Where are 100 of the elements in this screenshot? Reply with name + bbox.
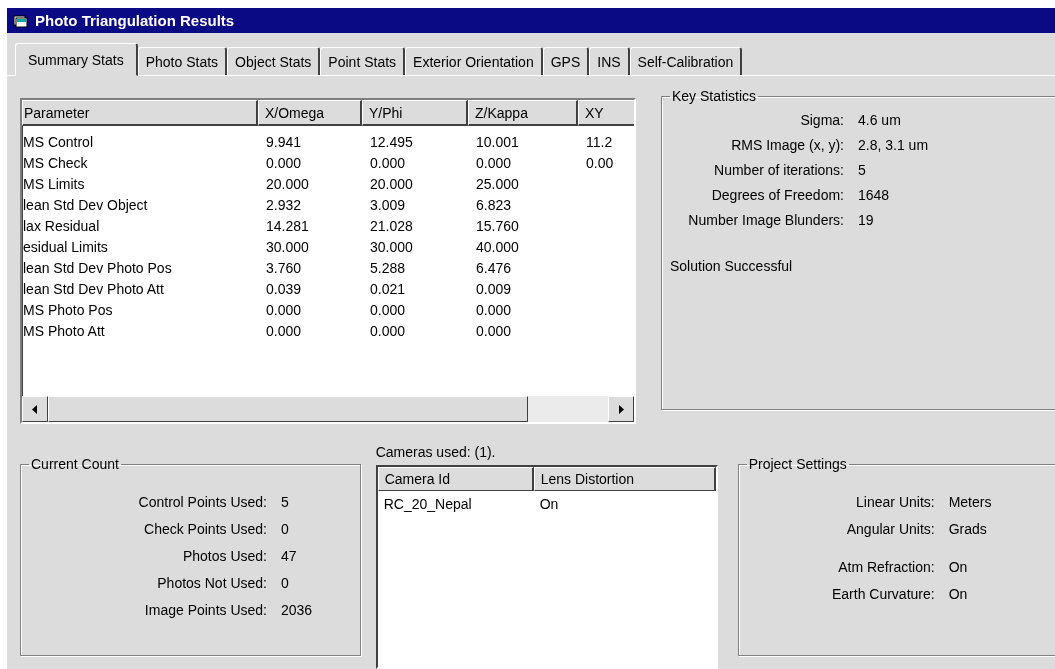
tab[interactable]: Exterior Orientation — [405, 47, 543, 75]
stat-value: 1648 — [858, 187, 891, 203]
table-cell-text: 0.000 — [265, 301, 303, 320]
table-cell-text: 25.000 — [475, 175, 520, 194]
table-cell-text: 21.028 — [369, 217, 414, 236]
table-cell-text: 11.2 — [585, 133, 614, 152]
table-cell-text: 0.039 — [265, 280, 303, 299]
table-cell-text: 20.000 — [265, 175, 310, 194]
setting-value: Meters — [948, 494, 993, 510]
left-arrow-icon — [32, 404, 38, 414]
stat-label: Number Image Blunders: — [687, 212, 844, 228]
cameras-caption: Cameras used: (1). — [375, 444, 497, 462]
setting-label: Earth Curvature: — [830, 586, 935, 602]
group-title: Current Count — [30, 456, 120, 472]
stat-label: Number of iterations: — [713, 162, 844, 178]
table-cell-text: esidual Limits — [22, 238, 109, 257]
stat-label: RMS Image (x, y): — [730, 137, 844, 153]
table-cell-text: 12.495 — [369, 133, 414, 152]
table-cell-text: 30.000 — [265, 238, 310, 257]
table-cell-text: 0.000 — [265, 154, 303, 173]
table-cell-text: 0.000 — [475, 301, 513, 320]
column-header[interactable]: Z/Kappa — [468, 100, 578, 126]
table-cell-text: lean Std Dev Photo Pos — [22, 259, 173, 278]
table-cell-text: 0.00 — [585, 154, 615, 173]
setting-label: Linear Units: — [855, 494, 935, 510]
count-value: 5 — [281, 494, 290, 510]
table-cell-text: 9.941 — [265, 133, 303, 152]
column-header[interactable]: X/Omega — [258, 100, 362, 126]
table-cell-text: 3.009 — [369, 196, 407, 215]
table-cell-text: 30.000 — [369, 238, 414, 257]
scroll-left-button[interactable] — [22, 396, 48, 422]
column-header[interactable]: Parameter — [22, 100, 258, 126]
tab[interactable]: Object Stats — [227, 47, 321, 75]
horizontal-scrollbar[interactable] — [22, 396, 634, 422]
table-cell-text: 3.760 — [265, 259, 303, 278]
group-title: Key Statistics — [671, 88, 758, 104]
group-title: Project Settings — [747, 456, 848, 472]
table-cell-text: 2.932 — [265, 196, 303, 215]
column-header[interactable]: Camera Id — [377, 467, 534, 491]
table-cell-text: 20.000 — [369, 175, 414, 194]
table-cell-text: 0.000 — [369, 301, 407, 320]
tab[interactable]: INS — [589, 47, 630, 75]
setting-value: On — [948, 559, 969, 575]
stat-label: Degrees of Freedom: — [710, 187, 844, 203]
scroll-thumb[interactable] — [48, 396, 528, 422]
table-cell-text: 0.000 — [475, 322, 513, 341]
scroll-right-button[interactable] — [608, 396, 634, 422]
setting-label: Angular Units: — [845, 521, 935, 537]
tab[interactable]: Self-Calibration — [629, 47, 743, 75]
tab[interactable]: Photo Stats — [137, 47, 228, 75]
setting-label: Atm Refraction: — [837, 559, 935, 575]
solution-status: Solution Successful — [670, 258, 794, 274]
column-header[interactable]: Y/Phi — [362, 100, 468, 126]
column-header[interactable]: XY — [578, 100, 634, 126]
count-value: 2036 — [281, 602, 314, 618]
table-cell-text: 14.281 — [265, 217, 310, 236]
table-cell-text: 6.476 — [475, 259, 513, 278]
table-cell-text: 6.823 — [475, 196, 513, 215]
list-cell-text: RC_20_Nepal — [382, 496, 473, 512]
table-cell-text: lean Std Dev Object — [22, 196, 149, 215]
window-icon — [13, 13, 29, 28]
tab[interactable]: Summary Stats — [15, 43, 138, 76]
count-label: Check Points Used: — [143, 521, 267, 537]
tab[interactable]: GPS — [542, 47, 590, 75]
count-label: Image Points Used: — [143, 602, 267, 618]
count-value: 0 — [281, 521, 290, 537]
setting-value: Grads — [948, 521, 988, 537]
table-cell-text: lax Residual — [22, 217, 101, 236]
table-cell-text: MS Limits — [22, 175, 86, 194]
tab[interactable]: Point Stats — [320, 47, 406, 75]
window-title: Photo Triangulation Results — [35, 12, 235, 29]
table-cell-text: MS Photo Pos — [22, 301, 114, 320]
count-value: 0 — [281, 575, 290, 591]
column-header[interactable]: Lens Distortion — [533, 467, 716, 491]
list-cell-text: On — [538, 496, 560, 512]
table-cell-text: 0.000 — [369, 322, 407, 341]
table-cell-text: 15.760 — [475, 217, 520, 236]
table-cell-text: 0.000 — [369, 154, 407, 173]
count-label: Photos Not Used: — [156, 575, 267, 591]
right-arrow-icon — [618, 404, 624, 414]
count-value: 47 — [281, 548, 298, 564]
table-cell-text: lean Std Dev Photo Att — [22, 280, 165, 299]
stat-value: 4.6 um — [858, 112, 902, 128]
setting-value: On — [948, 586, 969, 602]
table-cell-text: MS Control — [22, 133, 95, 152]
stat-value: 5 — [858, 162, 867, 178]
table-cell-text: 0.000 — [265, 322, 303, 341]
count-label: Control Points Used: — [137, 494, 267, 510]
table-cell-text: 0.009 — [475, 280, 513, 299]
table-cell-text: MS Photo Att — [22, 322, 106, 341]
table-cell-text: MS Check — [22, 154, 89, 173]
table-cell-text: 40.000 — [475, 238, 520, 257]
stat-value: 19 — [858, 212, 875, 228]
stat-label: Sigma: — [799, 112, 844, 128]
stat-value: 2.8, 3.1 um — [858, 137, 930, 153]
table-cell-text: 0.000 — [475, 154, 513, 173]
table-cell-text: 0.021 — [369, 280, 407, 299]
table-cell-text: 5.288 — [369, 259, 407, 278]
count-label: Photos Used: — [181, 548, 267, 564]
table-cell-text: 10.001 — [475, 133, 520, 152]
